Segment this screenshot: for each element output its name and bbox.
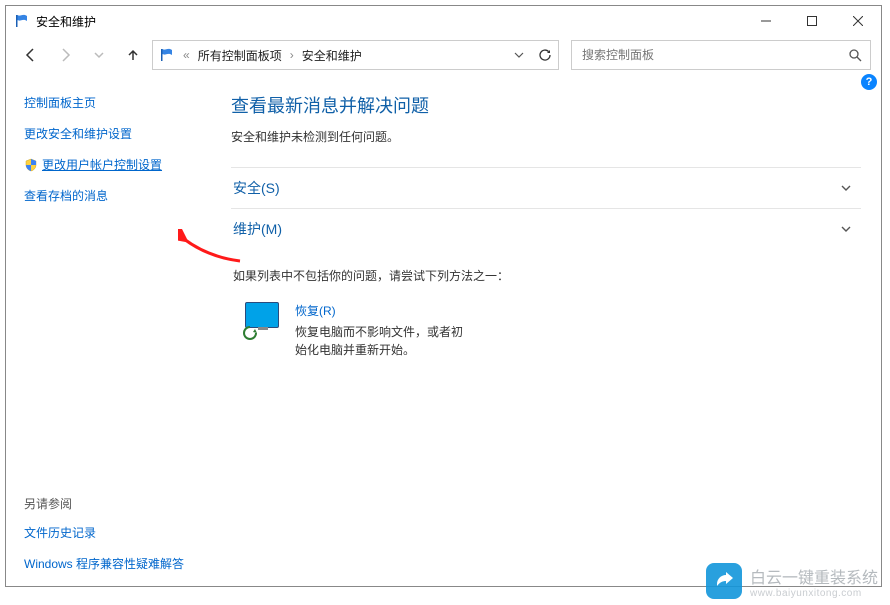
address-flag-icon [159,47,175,63]
sidebar: 控制面板主页 更改安全和维护设置 更改用户帐户控制设置 查看存档的消息 另请参阅… [6,74,211,586]
security-expander-label: 安全(S) [233,178,839,198]
close-button[interactable] [835,6,881,36]
recovery-link[interactable]: 恢复(R) [295,304,336,318]
address-dropdown-button[interactable] [514,50,524,60]
page-subtext: 安全和维护未检测到任何问题。 [231,128,861,145]
app-flag-icon [14,13,30,29]
refresh-button[interactable] [538,48,552,62]
search-input[interactable] [580,47,848,63]
help-icon[interactable]: ? [861,74,877,90]
navbar: « 所有控制面板项 › 安全和维护 [6,36,881,74]
chevron-down-icon [839,222,853,236]
breadcrumb-prefix-icon: « [183,48,190,62]
recovery-icon [241,302,281,342]
sidebar-link-change-security-settings[interactable]: 更改安全和维护设置 [24,125,199,142]
main-content: ? 查看最新消息并解决问题 安全和维护未检测到任何问题。 安全(S) 维护(M)… [211,74,881,586]
page-heading: 查看最新消息并解决问题 [231,92,861,118]
sidebar-link-control-panel-home[interactable]: 控制面板主页 [24,94,199,111]
recovery-item: 恢复(R) 恢复电脑而不影响文件，或者初始化电脑并重新开始。 [241,302,861,359]
recovery-description: 恢复电脑而不影响文件，或者初始化电脑并重新开始。 [295,323,465,359]
address-bar[interactable]: « 所有控制面板项 › 安全和维护 [152,40,559,70]
titlebar: 安全和维护 [6,6,881,36]
breadcrumb-current[interactable]: 安全和维护 [302,47,362,64]
window-title: 安全和维护 [36,13,743,30]
forward-button[interactable] [50,40,80,70]
minimize-button[interactable] [743,6,789,36]
maximize-button[interactable] [789,6,835,36]
watermark: 白云一键重装系统 www.baiyunxitong.com [706,563,878,599]
sidebar-link-compat-troubleshoot[interactable]: Windows 程序兼容性疑难解答 [24,555,199,572]
maintenance-expander-label: 维护(M) [233,219,839,239]
sidebar-link-change-uac-settings[interactable]: 更改用户帐户控制设置 [42,156,162,173]
watermark-title: 白云一键重装系统 [750,564,878,588]
watermark-url: www.baiyunxitong.com [750,588,878,599]
search-icon[interactable] [848,48,862,62]
up-button[interactable] [118,40,148,70]
breadcrumb-root[interactable]: 所有控制面板项 [198,47,282,64]
maintenance-expander[interactable]: 维护(M) [231,208,861,249]
recent-locations-button[interactable] [84,40,114,70]
see-also-header: 另请参阅 [24,495,199,512]
security-expander[interactable]: 安全(S) [231,167,861,208]
back-button[interactable] [16,40,46,70]
chevron-right-icon: › [290,48,294,62]
sidebar-link-view-archived-messages[interactable]: 查看存档的消息 [24,187,199,204]
hint-text: 如果列表中不包括你的问题，请尝试下列方法之一： [233,267,861,284]
chevron-down-icon [839,181,853,195]
search-box[interactable] [571,40,871,70]
sidebar-link-file-history[interactable]: 文件历史记录 [24,524,199,541]
watermark-icon [706,563,742,599]
shield-icon [24,158,38,172]
